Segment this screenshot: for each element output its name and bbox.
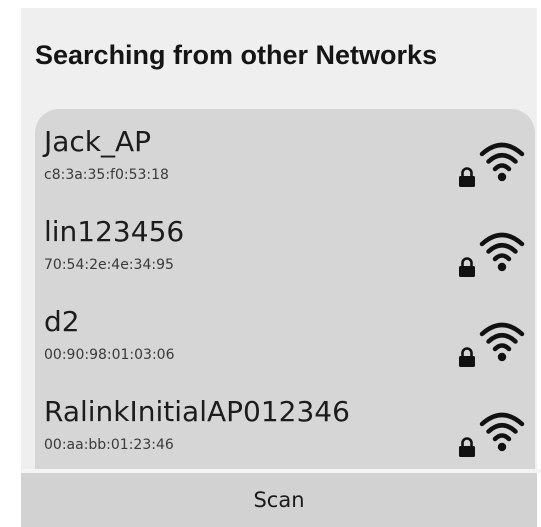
lock-icon	[459, 167, 475, 187]
network-ssid: d2	[44, 305, 80, 338]
network-list-item[interactable]: lin123456 70:54:2e:4e:34:95	[35, 213, 535, 303]
wifi-full-icon	[479, 142, 525, 182]
network-list[interactable]: Jack_AP c8:3a:35:f0:53:18 lin123456 70:5…	[35, 109, 535, 469]
lock-icon	[459, 257, 475, 277]
network-bssid: 00:90:98:01:03:06	[44, 347, 175, 363]
network-ssid: RalinkInitialAP012346	[44, 395, 350, 428]
lock-icon	[459, 347, 475, 367]
page-title: Searching from other Networks	[35, 40, 438, 70]
network-bssid: 00:aa:bb:01:23:46	[44, 437, 174, 453]
network-list-item[interactable]: d2 00:90:98:01:03:06	[35, 303, 535, 393]
lock-icon	[459, 437, 475, 457]
network-list-item[interactable]: Jack_AP c8:3a:35:f0:53:18	[35, 123, 535, 213]
wifi-full-icon	[479, 412, 525, 452]
network-list-item[interactable]: RalinkInitialAP012346 00:aa:bb:01:23:46	[35, 393, 535, 469]
scan-button[interactable]: Scan	[21, 473, 537, 527]
wifi-full-icon	[479, 232, 525, 272]
network-ssid: Jack_AP	[44, 125, 152, 158]
wifi-full-icon	[479, 322, 525, 362]
network-bssid: c8:3a:35:f0:53:18	[44, 167, 169, 183]
network-search-screen: Searching from other Networks Jack_AP c8…	[0, 0, 541, 527]
network-bssid: 70:54:2e:4e:34:95	[44, 257, 174, 273]
network-ssid: lin123456	[44, 215, 185, 248]
